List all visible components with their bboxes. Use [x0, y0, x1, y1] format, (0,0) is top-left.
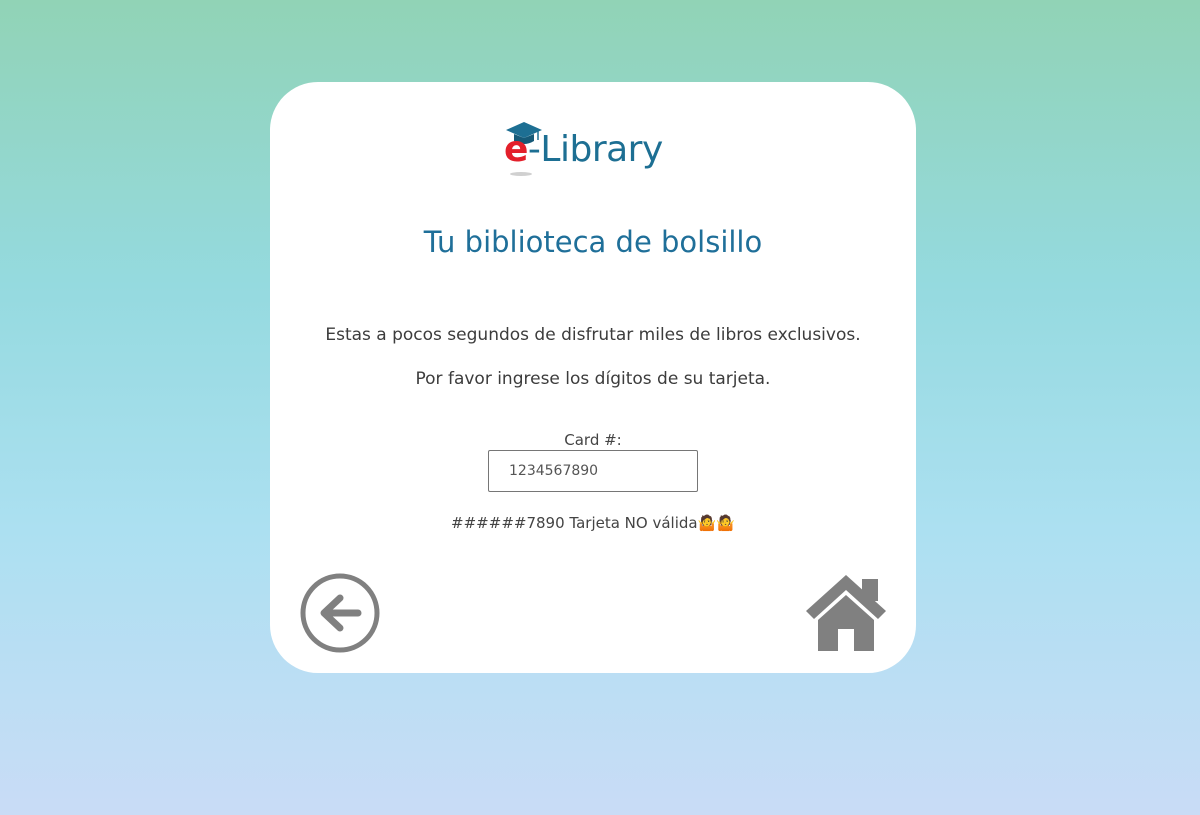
- logo-letter-e: e: [504, 129, 528, 170]
- main-card: e-Library Tu biblioteca de bolsillo Esta…: [270, 82, 916, 673]
- intro-text: Estas a pocos segundos de disfrutar mile…: [325, 325, 861, 345]
- validation-message: ######7890 Tarjeta NO válida🤷🤷: [270, 512, 916, 534]
- logo-library-text: -Library: [527, 129, 663, 170]
- shrug-emoji: 🤷🤷: [697, 514, 735, 532]
- home-button[interactable]: [806, 573, 886, 653]
- home-icon: [806, 575, 886, 651]
- back-button[interactable]: [300, 573, 380, 653]
- logo-shadow: [510, 172, 532, 176]
- page-title: Tu biblioteca de bolsillo: [423, 225, 763, 259]
- card-number-input[interactable]: [488, 450, 698, 492]
- logo-text: e-Library: [504, 128, 663, 172]
- e-library-logo: e-Library: [504, 120, 676, 180]
- instruction-text: Por favor ingrese los dígitos de su tarj…: [415, 369, 771, 389]
- back-arrow-circle-icon: [300, 573, 380, 653]
- validation-text: ######7890 Tarjeta NO válida: [451, 514, 698, 532]
- card-number-label: Card #:: [564, 431, 622, 449]
